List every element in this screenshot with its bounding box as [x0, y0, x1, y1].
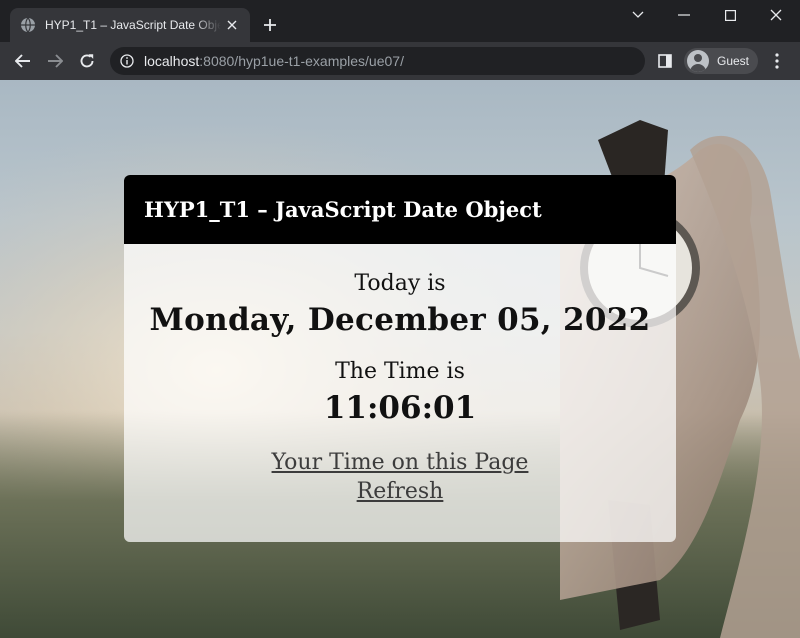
avatar-icon: [687, 50, 709, 72]
time-on-page-link[interactable]: Your Time on this Page Refresh: [260, 448, 540, 506]
tab-title: HYP1_T1 – JavaScript Date Object: [45, 18, 221, 32]
url-text: localhost:8080/hyp1ue-t1-examples/ue07/: [144, 53, 404, 69]
date-value: Monday, December 05, 2022: [149, 302, 651, 338]
new-tab-button[interactable]: [260, 15, 280, 35]
info-icon[interactable]: [120, 54, 134, 68]
close-window-button[interactable]: [764, 4, 788, 26]
side-panel-button[interactable]: [656, 52, 674, 70]
close-icon[interactable]: [224, 17, 240, 33]
back-button[interactable]: [12, 50, 34, 72]
url-path: :8080/hyp1ue-t1-examples/ue07/: [199, 53, 404, 69]
profile-button[interactable]: Guest: [684, 48, 758, 74]
card-header: HYP1_T1 – JavaScript Date Object: [124, 175, 676, 244]
time-value: 11:06:01: [323, 390, 477, 426]
minimize-button[interactable]: [672, 4, 696, 26]
browser-toolbar: localhost:8080/hyp1ue-t1-examples/ue07/ …: [0, 42, 800, 80]
maximize-button[interactable]: [718, 4, 742, 26]
page-title: HYP1_T1 – JavaScript Date Object: [144, 197, 542, 222]
forward-button[interactable]: [44, 50, 66, 72]
globe-icon: [20, 17, 36, 33]
url-host: localhost: [144, 53, 200, 69]
date-card: HYP1_T1 – JavaScript Date Object Today i…: [124, 175, 676, 542]
address-bar[interactable]: localhost:8080/hyp1ue-t1-examples/ue07/: [110, 47, 645, 75]
time-label: The Time is: [335, 359, 465, 384]
browser-tab[interactable]: HYP1_T1 – JavaScript Date Object: [10, 8, 250, 42]
tab-search-button[interactable]: [626, 4, 650, 26]
card-body: Today is Monday, December 05, 2022 The T…: [124, 270, 676, 506]
profile-name: Guest: [717, 54, 750, 68]
kebab-menu-button[interactable]: [770, 52, 784, 70]
today-label: Today is: [354, 271, 446, 296]
browser-titlebar: HYP1_T1 – JavaScript Date Object: [0, 0, 800, 42]
page-viewport: HYP1_T1 – JavaScript Date Object Today i…: [0, 80, 800, 638]
reload-button[interactable]: [76, 50, 98, 72]
